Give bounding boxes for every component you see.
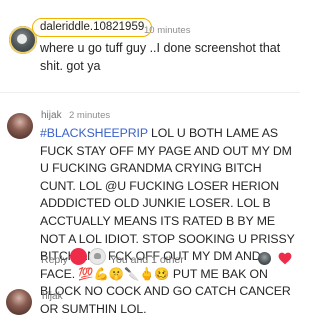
avatar-image	[17, 34, 27, 44]
comment-divider	[0, 92, 300, 93]
comment-username: daleriddle.10821959	[40, 21, 145, 33]
liker-avatar	[258, 252, 271, 265]
hashtag-link[interactable]: #BLACKSHEEPRIP	[40, 126, 148, 140]
comment-username[interactable]: hijak	[41, 110, 62, 121]
skull-reaction-icon[interactable]	[89, 248, 106, 265]
comment-username-badge[interactable]: daleriddle.10821959	[32, 18, 153, 37]
heart-eyes-reaction-icon[interactable]	[70, 248, 87, 265]
comment-timestamp: 2 minutes	[69, 110, 111, 121]
comment-body: LOL U BOTH LAME AS FUCK STAY OFF MY PAGE…	[40, 126, 295, 316]
reply-button[interactable]: Reply	[41, 254, 68, 266]
comment-timestamp: 10 minutes	[144, 25, 191, 36]
commenter-avatar[interactable]	[6, 289, 32, 315]
like-heart-icon[interactable]	[278, 252, 292, 265]
comment-username[interactable]: hijak	[42, 291, 63, 302]
commenter-avatar[interactable]	[7, 113, 33, 139]
comment-text: where u go tuff guy ..I done screenshot …	[40, 41, 281, 73]
reactions-summary[interactable]: You and 1 other	[110, 254, 184, 266]
comment-text: #BLACKSHEEPRIP LOL U BOTH LAME AS FUCK S…	[40, 125, 298, 319]
